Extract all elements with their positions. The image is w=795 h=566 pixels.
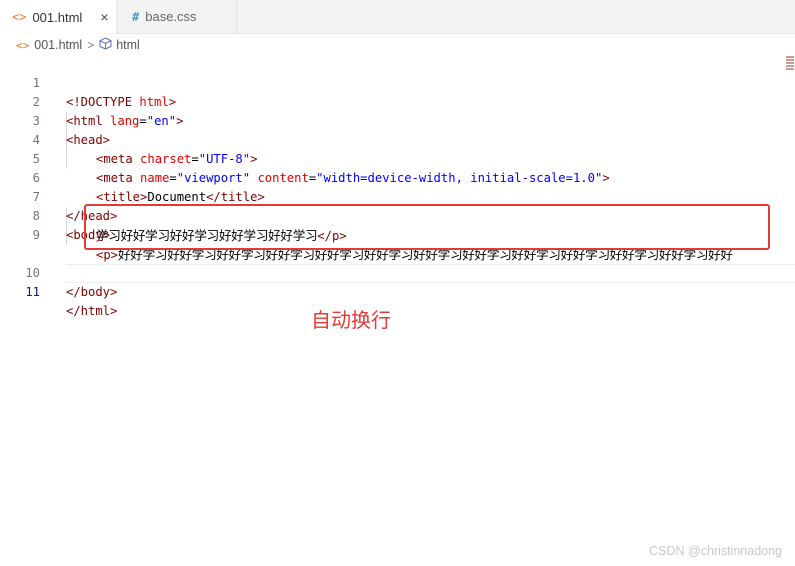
tab-001-html[interactable]: <> 001.html × xyxy=(0,0,116,34)
code-line-5: 5 <meta name="viewport" content="width=d… xyxy=(0,131,795,185)
line-number: 9 xyxy=(32,228,40,242)
wrap-highlight-box xyxy=(84,204,770,250)
watermark: CSDN @christinnadong xyxy=(649,544,782,558)
code-line-3: 3 <head> xyxy=(0,93,795,147)
close-icon[interactable]: × xyxy=(100,9,108,25)
html-file-icon: <> xyxy=(12,10,27,24)
code-token: </html> xyxy=(66,304,118,318)
tab-bar: <> 001.html × # base.css xyxy=(0,0,795,34)
annotation-label: 自动换行 xyxy=(311,308,391,332)
code-line-1: 1 <!DOCTYPE html> xyxy=(0,55,795,109)
tab-label: base.css xyxy=(145,9,197,24)
cube-icon xyxy=(99,37,112,53)
chevron-right-icon: > xyxy=(87,38,95,52)
breadcrumb-file[interactable]: 001.html xyxy=(34,38,82,52)
code-line-11: 11 </html> xyxy=(0,264,795,318)
code-line-2: 2 <html lang="en"> xyxy=(0,74,795,128)
css-file-icon: # xyxy=(132,9,140,24)
code-line-7: 7 </head> xyxy=(0,169,795,223)
breadcrumb-element[interactable]: html xyxy=(116,38,140,52)
code-line-4: 4 <meta charset="UTF-8"> xyxy=(0,112,795,166)
code-token: </body> xyxy=(66,285,118,299)
html-file-icon: <> xyxy=(16,38,30,52)
code-line-6: 6 <title>Document</title> xyxy=(0,150,795,204)
tab-base-css[interactable]: # base.css xyxy=(117,0,237,33)
line-number: 11 xyxy=(25,285,40,299)
tab-label: 001.html xyxy=(32,9,83,25)
breadcrumb: <> 001.html > html xyxy=(16,36,140,54)
